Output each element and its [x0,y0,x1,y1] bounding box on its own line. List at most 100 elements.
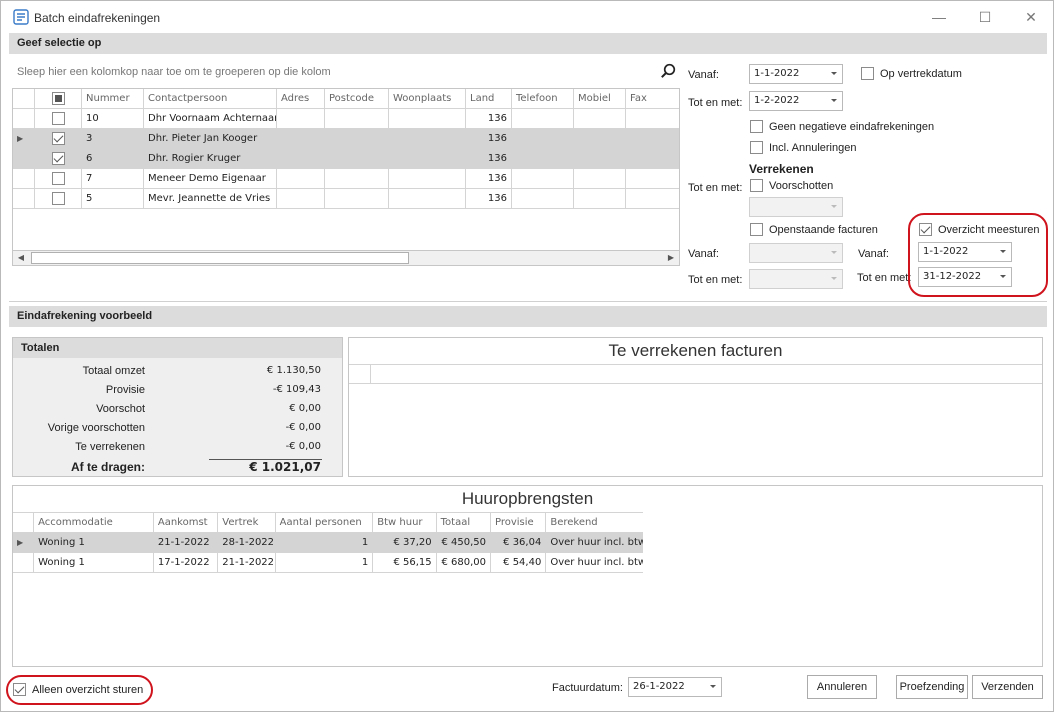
cell-telefoon[interactable] [511,148,574,169]
checkbox-box[interactable] [750,120,763,133]
checkbox-box[interactable] [750,223,763,236]
cell-adres[interactable] [276,108,325,129]
cell-aantal-personen[interactable]: 1 [274,532,374,553]
column-header-mobiel[interactable]: Mobiel [573,89,626,109]
cell-woonplaats[interactable] [388,108,466,129]
cell-adres[interactable] [276,128,325,149]
factuurdatum-dropdown[interactable]: 26-1-2022 [628,677,722,697]
column-header-postcode[interactable]: Postcode [324,89,389,109]
openstaande-vanaf-dropdown[interactable] [749,243,843,263]
checkbox-box[interactable] [750,141,763,154]
voorschotten-date-dropdown[interactable] [749,197,843,217]
table-row[interactable]: Woning 1 17-1-2022 21-1-2022 1 € 56,15 € 680,… [13,552,643,573]
row-select-checkbox[interactable] [34,188,82,209]
scroll-right-arrow-icon[interactable]: ▶ [663,251,679,265]
cell-contactpersoon[interactable]: Dhr Voornaam Achternaam [143,108,277,129]
cell-btw-huur[interactable]: € 37,20 [372,532,437,553]
cell-land[interactable]: 136 [465,188,512,209]
voorschotten-checkbox[interactable]: Voorschotten [750,179,833,192]
openstaande-tot-en-met-dropdown[interactable] [749,269,843,289]
openstaande-facturen-checkbox[interactable]: Openstaande facturen [750,223,878,236]
cell-woonplaats[interactable] [388,148,466,169]
column-header-woonplaats[interactable]: Woonplaats [388,89,466,109]
table-row[interactable]: 5 Mevr. Jeannette de Vries 136 [13,188,679,209]
cell-contactpersoon[interactable]: Dhr. Pieter Jan Kooger [143,128,277,149]
checkbox-box[interactable] [750,179,763,192]
cell-woonplaats[interactable] [388,128,466,149]
cell-accommodatie[interactable]: Woning 1 [33,552,154,573]
cell-nummer[interactable]: 6 [81,148,144,169]
cell-postcode[interactable] [324,148,389,169]
cell-totaal[interactable]: € 680,00 [435,552,491,573]
cell-woonplaats[interactable] [388,168,466,189]
cell-btw-huur[interactable]: € 56,15 [372,552,437,573]
cell-nummer[interactable]: 10 [81,108,144,129]
scrollbar-thumb[interactable] [31,252,409,264]
annuleren-button[interactable]: Annuleren [807,675,877,699]
row-select-checkbox[interactable] [34,168,82,189]
verzenden-button[interactable]: Verzenden [972,675,1043,699]
cell-telefoon[interactable] [511,128,574,149]
search-icon[interactable] [660,63,676,79]
column-header-provisie[interactable]: Provisie [489,512,547,533]
column-header-vertrek[interactable]: Vertrek [217,512,276,533]
column-header-contactpersoon[interactable]: Contactpersoon [143,89,277,109]
cell-contactpersoon[interactable]: Meneer Demo Eigenaar [143,168,277,189]
maximize-button[interactable]: ☐ [970,7,1000,27]
cell-postcode[interactable] [324,188,389,209]
table-row[interactable]: ▶ Woning 1 21-1-2022 28-1-2022 1 € 37,20 € 450… [13,532,643,553]
cell-postcode[interactable] [324,128,389,149]
tot-en-met-date-dropdown[interactable]: 1-2-2022 [749,91,843,111]
cell-land[interactable]: 136 [465,128,512,149]
cell-fax[interactable] [625,128,679,149]
cell-aantal-personen[interactable]: 1 [274,552,374,573]
column-header-accommodatie[interactable]: Accommodatie [33,512,154,533]
cell-contactpersoon[interactable]: Mevr. Jeannette de Vries [143,188,277,209]
table-row[interactable]: 7 Meneer Demo Eigenaar 136 [13,168,679,189]
cell-vertrek[interactable]: 21-1-2022 [217,552,276,573]
cell-postcode[interactable] [324,108,389,129]
cell-fax[interactable] [625,108,679,129]
table-row[interactable]: 6 Dhr. Rogier Kruger 136 [13,148,679,169]
select-all-checkbox[interactable] [34,89,82,109]
column-header-aankomst[interactable]: Aankomst [152,512,219,533]
cell-woonplaats[interactable] [388,188,466,209]
row-select-checkbox[interactable] [34,148,82,169]
op-vertrekdatum-checkbox[interactable]: Op vertrekdatum [861,67,962,80]
geen-negatieve-checkbox[interactable]: Geen negatieve eindafrekeningen [750,120,934,133]
cell-telefoon[interactable] [511,168,574,189]
grid-horizontal-scrollbar[interactable]: ◀ ▶ [12,250,680,266]
cell-telefoon[interactable] [511,108,574,129]
cell-land[interactable]: 136 [465,148,512,169]
column-header-totaal[interactable]: Totaal [435,512,491,533]
cell-totaal[interactable]: € 450,50 [435,532,491,553]
cell-accommodatie[interactable]: Woning 1 [33,532,154,553]
column-header-nummer[interactable]: Nummer [81,89,144,109]
cell-mobiel[interactable] [573,108,626,129]
cell-mobiel[interactable] [573,168,626,189]
cell-telefoon[interactable] [511,188,574,209]
row-select-checkbox[interactable] [34,108,82,129]
cell-adres[interactable] [276,188,325,209]
cell-postcode[interactable] [324,168,389,189]
cell-adres[interactable] [276,148,325,169]
minimize-button[interactable]: — [924,7,954,27]
cell-mobiel[interactable] [573,148,626,169]
table-row[interactable]: 10 Dhr Voornaam Achternaam 136 [13,108,679,129]
cell-fax[interactable] [625,148,679,169]
scroll-left-arrow-icon[interactable]: ◀ [13,251,29,265]
proefzending-button[interactable]: Proefzending [896,675,968,699]
cell-mobiel[interactable] [573,188,626,209]
column-header-aantal-personen[interactable]: Aantal personen [274,512,374,533]
cell-nummer[interactable]: 5 [81,188,144,209]
cell-adres[interactable] [276,168,325,189]
cell-aankomst[interactable]: 21-1-2022 [152,532,219,553]
cell-fax[interactable] [625,168,679,189]
table-row[interactable]: ▶ 3 Dhr. Pieter Jan Kooger 136 [13,128,679,149]
cell-berekend[interactable]: Over huur incl. btw [545,552,643,573]
cell-fax[interactable] [625,188,679,209]
column-header-land[interactable]: Land [465,89,512,109]
cell-land[interactable]: 136 [465,108,512,129]
group-by-hint[interactable]: Sleep hier een kolomkop naar toe om te g… [12,61,680,87]
column-header-fax[interactable]: Fax [625,89,679,109]
